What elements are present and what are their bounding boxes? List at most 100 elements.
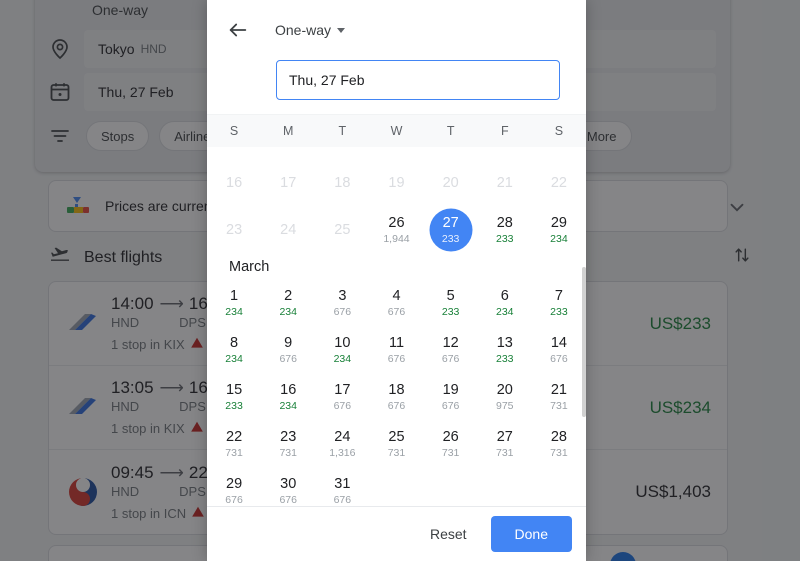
calendar-day-cell[interactable]: 24 1,316 [315,420,369,467]
calendar-day-cell[interactable]: 11 676 [369,326,423,373]
calendar-day-cell: 22 [532,159,586,206]
day-price: 676 [387,305,406,318]
calendar-day-cell: 21 [478,159,532,206]
date-picker-dialog: One-way Thu, 27 Feb S M T W T F S 16 17 18… [207,0,586,561]
day-price: 676 [550,352,568,365]
weekday-header-row: S M T W T F S [207,114,586,148]
calendar-day-cell[interactable]: 23 731 [261,420,315,467]
day-price: 731 [550,399,568,412]
calendar-day-cell: 19 [369,159,423,206]
day-price: 731 [496,446,514,459]
day-number: 2 [284,287,293,304]
day-price: 676 [279,352,297,365]
calendar-scrollbar[interactable] [582,147,586,506]
day-price: 975 [496,399,514,412]
chevron-down-icon [337,27,346,33]
day-number: 17 [334,381,351,398]
day-price: 233 [225,399,243,412]
day-number: 14 [550,334,567,351]
day-number: 24 [334,428,351,445]
calendar-day-cell: 23 [207,206,261,253]
done-button[interactable]: Done [490,516,572,553]
day-number: 25 [334,221,351,238]
day-price: 676 [387,352,406,365]
calendar-day-cell[interactable]: 27 731 [478,420,532,467]
calendar-day-cell[interactable]: 21 731 [532,373,586,420]
calendar-day-cell[interactable]: 2 234 [261,279,315,326]
calendar-day-cell[interactable]: 14 676 [532,326,586,373]
calendar-day-cell[interactable]: 5 233 [424,279,478,326]
day-price: 731 [550,446,568,459]
calendar-scroll-area[interactable]: 16 17 18 19 20 21 22 23 24 25 26 1,944 27 233 28 233 29 2… [207,147,586,506]
back-button[interactable] [221,13,255,47]
calendar-day-cell[interactable]: 17 676 [315,373,369,420]
calendar-day-cell[interactable]: 4 676 [369,279,423,326]
calendar-day-cell[interactable]: 20 975 [478,373,532,420]
day-price: 676 [333,399,352,412]
calendar-day-cell: 17 [261,159,315,206]
trip-type-label: One-way [275,22,332,38]
day-price: 731 [441,446,460,459]
calendar-day-cell[interactable]: 8 234 [207,326,261,373]
calendar-day-cell[interactable]: 28 731 [532,420,586,467]
day-number: 25 [388,428,405,445]
day-price: 234 [550,232,568,245]
day-number: 31 [334,475,351,492]
departure-date-input[interactable]: Thu, 27 Feb [276,60,560,100]
dialog-footer: Reset Done [207,506,586,561]
day-price: 1,944 [383,232,410,245]
calendar-day-cell[interactable]: 7 233 [532,279,586,326]
calendar-day-cell[interactable]: 6 234 [478,279,532,326]
calendar-day-cell[interactable]: 15 233 [207,373,261,420]
calendar-week-row: 15 233 16 234 17 676 18 676 19 676 20 975 21 731 [207,373,586,420]
dialog-header: One-way Thu, 27 Feb [207,0,586,114]
calendar-day-cell[interactable]: 29 234 [532,206,586,253]
day-number: 29 [226,475,243,492]
calendar-day-cell[interactable]: 26 1,944 [369,206,423,253]
calendar-cell-empty [478,467,532,506]
trip-type-select[interactable]: One-way [275,22,346,38]
day-number: 22 [226,428,243,445]
screen: One-way Tokyo HND [0,0,800,561]
calendar-day-cell[interactable]: 12 676 [424,326,478,373]
day-price: 234 [225,305,243,318]
calendar-scrollbar-thumb[interactable] [582,267,586,418]
calendar-day-cell[interactable]: 27 233 [424,206,478,253]
day-price: 676 [225,493,243,506]
day-price: 234 [333,352,352,365]
calendar-day-cell[interactable]: 13 233 [478,326,532,373]
calendar-day-cell[interactable]: 10 234 [315,326,369,373]
day-price: 234 [496,305,514,318]
calendar-day-cell[interactable]: 16 234 [261,373,315,420]
day-number: 1 [230,287,239,304]
calendar-week-row: 22 731 23 731 24 1,316 25 731 26 731 27 731 28 731 [207,420,586,467]
calendar-day-cell[interactable]: 19 676 [424,373,478,420]
day-price: 233 [550,305,568,318]
day-number: 20 [496,381,513,398]
day-price: 676 [387,399,406,412]
calendar-day-cell: 16 [207,159,261,206]
calendar-day-cell[interactable]: 29 676 [207,467,261,506]
calendar-day-cell[interactable]: 18 676 [369,373,423,420]
calendar-day-cell[interactable]: 28 233 [478,206,532,253]
calendar-day-cell[interactable]: 30 676 [261,467,315,506]
day-number: 10 [334,334,351,351]
weekday-wed: W [390,124,403,139]
day-number: 19 [388,174,405,191]
calendar-day-cell[interactable]: 9 676 [261,326,315,373]
reset-button[interactable]: Reset [416,518,481,550]
day-number: 23 [226,221,243,238]
day-number: 3 [338,287,347,304]
calendar-day-cell[interactable]: 26 731 [424,420,478,467]
calendar-day-cell[interactable]: 1 234 [207,279,261,326]
day-number: 30 [280,475,297,492]
calendar-day-cell[interactable]: 22 731 [207,420,261,467]
calendar-day-cell[interactable]: 25 731 [369,420,423,467]
day-price: 731 [279,446,297,459]
day-price: 676 [441,399,460,412]
calendar-day-cell[interactable]: 31 676 [315,467,369,506]
calendar-week-row: 16 17 18 19 20 21 22 [207,159,586,206]
calendar-day-cell[interactable]: 3 676 [315,279,369,326]
day-number: 27 [496,428,513,445]
weekday-mon: M [283,124,294,139]
